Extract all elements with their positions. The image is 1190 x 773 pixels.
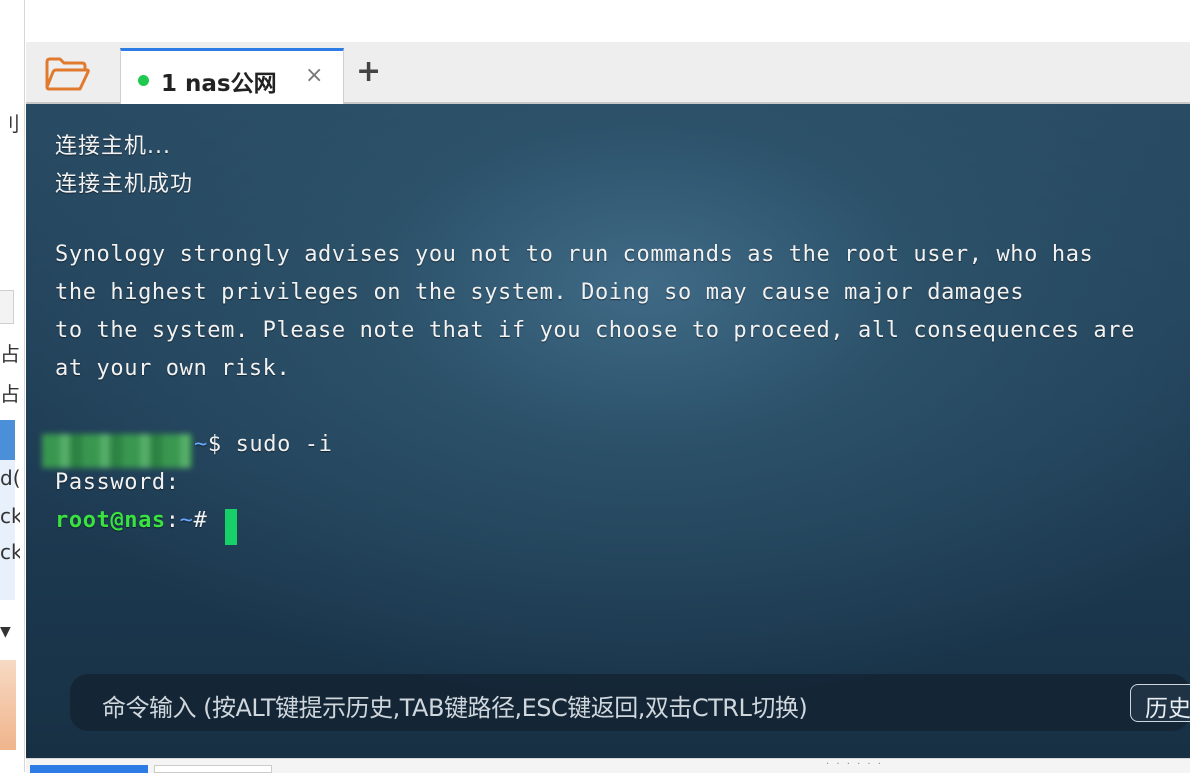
sidebar-fragment: 占 bbox=[0, 382, 20, 406]
history-button[interactable]: 历史 bbox=[1130, 684, 1190, 722]
connection-status-dot bbox=[138, 75, 149, 86]
command-text: sudo -i bbox=[235, 432, 333, 457]
tab-nas[interactable]: 1 nas公网 × bbox=[120, 48, 344, 104]
root-prompt-line: root@nas:~# bbox=[55, 508, 221, 533]
terminal-cursor bbox=[225, 509, 237, 545]
sidebar-box bbox=[0, 290, 14, 324]
terminal-line: 连接主机成功 bbox=[55, 172, 194, 197]
prompt-path: ~ bbox=[194, 432, 208, 457]
terminal-line: Synology strongly advises you not to run… bbox=[55, 242, 1094, 267]
tab-label: 1 nas公网 bbox=[161, 71, 277, 97]
terminal-line: the highest privileges on the system. Do… bbox=[55, 280, 1025, 305]
sidebar-fragment[interactable]: ck bbox=[0, 540, 20, 564]
bottom-bar: · · · · · · bbox=[26, 758, 1190, 773]
prompt-user: root@nas bbox=[55, 508, 166, 533]
folder-open-icon[interactable] bbox=[44, 56, 92, 92]
terminal-line: 连接主机... bbox=[55, 134, 171, 159]
command-input[interactable]: 命令输入 (按ALT键提示历史,TAB键路径,ESC键返回,双击CTRL切换) bbox=[70, 674, 1190, 731]
close-icon[interactable]: × bbox=[305, 63, 323, 88]
tab-bar: 1 nas公网 × + bbox=[26, 42, 1190, 104]
prompt-colon: : bbox=[165, 508, 180, 533]
prompt-path: ~ bbox=[179, 508, 194, 533]
prompt-line: ~$ sudo -i bbox=[194, 432, 332, 457]
terminal-line: to the system. Please note that if you c… bbox=[55, 318, 1135, 343]
chevron-down-icon[interactable]: ▼ bbox=[0, 624, 20, 640]
sidebar-fragment[interactable]: ck bbox=[0, 504, 20, 528]
sidebar-selected-item[interactable] bbox=[0, 420, 15, 460]
sidebar-fragment[interactable]: d( bbox=[0, 466, 20, 490]
redacted-username bbox=[42, 434, 192, 468]
sidebar-fragment: 刂 bbox=[0, 112, 20, 136]
prompt-dollar: $ bbox=[207, 432, 236, 457]
prompt-hash: # bbox=[193, 508, 222, 533]
password-line: Password: bbox=[55, 470, 180, 495]
left-sidebar-clipped: 刂 占 占 d( ck ck ▼ bbox=[0, 0, 25, 772]
terminal-output[interactable]: 连接主机... 连接主机成功 Synology strongly advises… bbox=[26, 104, 1190, 758]
terminal-line: at your own risk. bbox=[55, 356, 291, 381]
resize-handle[interactable]: · · · · · · bbox=[826, 759, 883, 770]
sidebar-thumbnail bbox=[0, 660, 16, 750]
sidebar-fragment: 占 bbox=[0, 342, 20, 366]
command-input-placeholder: 命令输入 (按ALT键提示历史,TAB键路径,ESC键返回,双击CTRL切换) bbox=[102, 694, 808, 722]
plus-icon[interactable]: + bbox=[356, 56, 381, 88]
